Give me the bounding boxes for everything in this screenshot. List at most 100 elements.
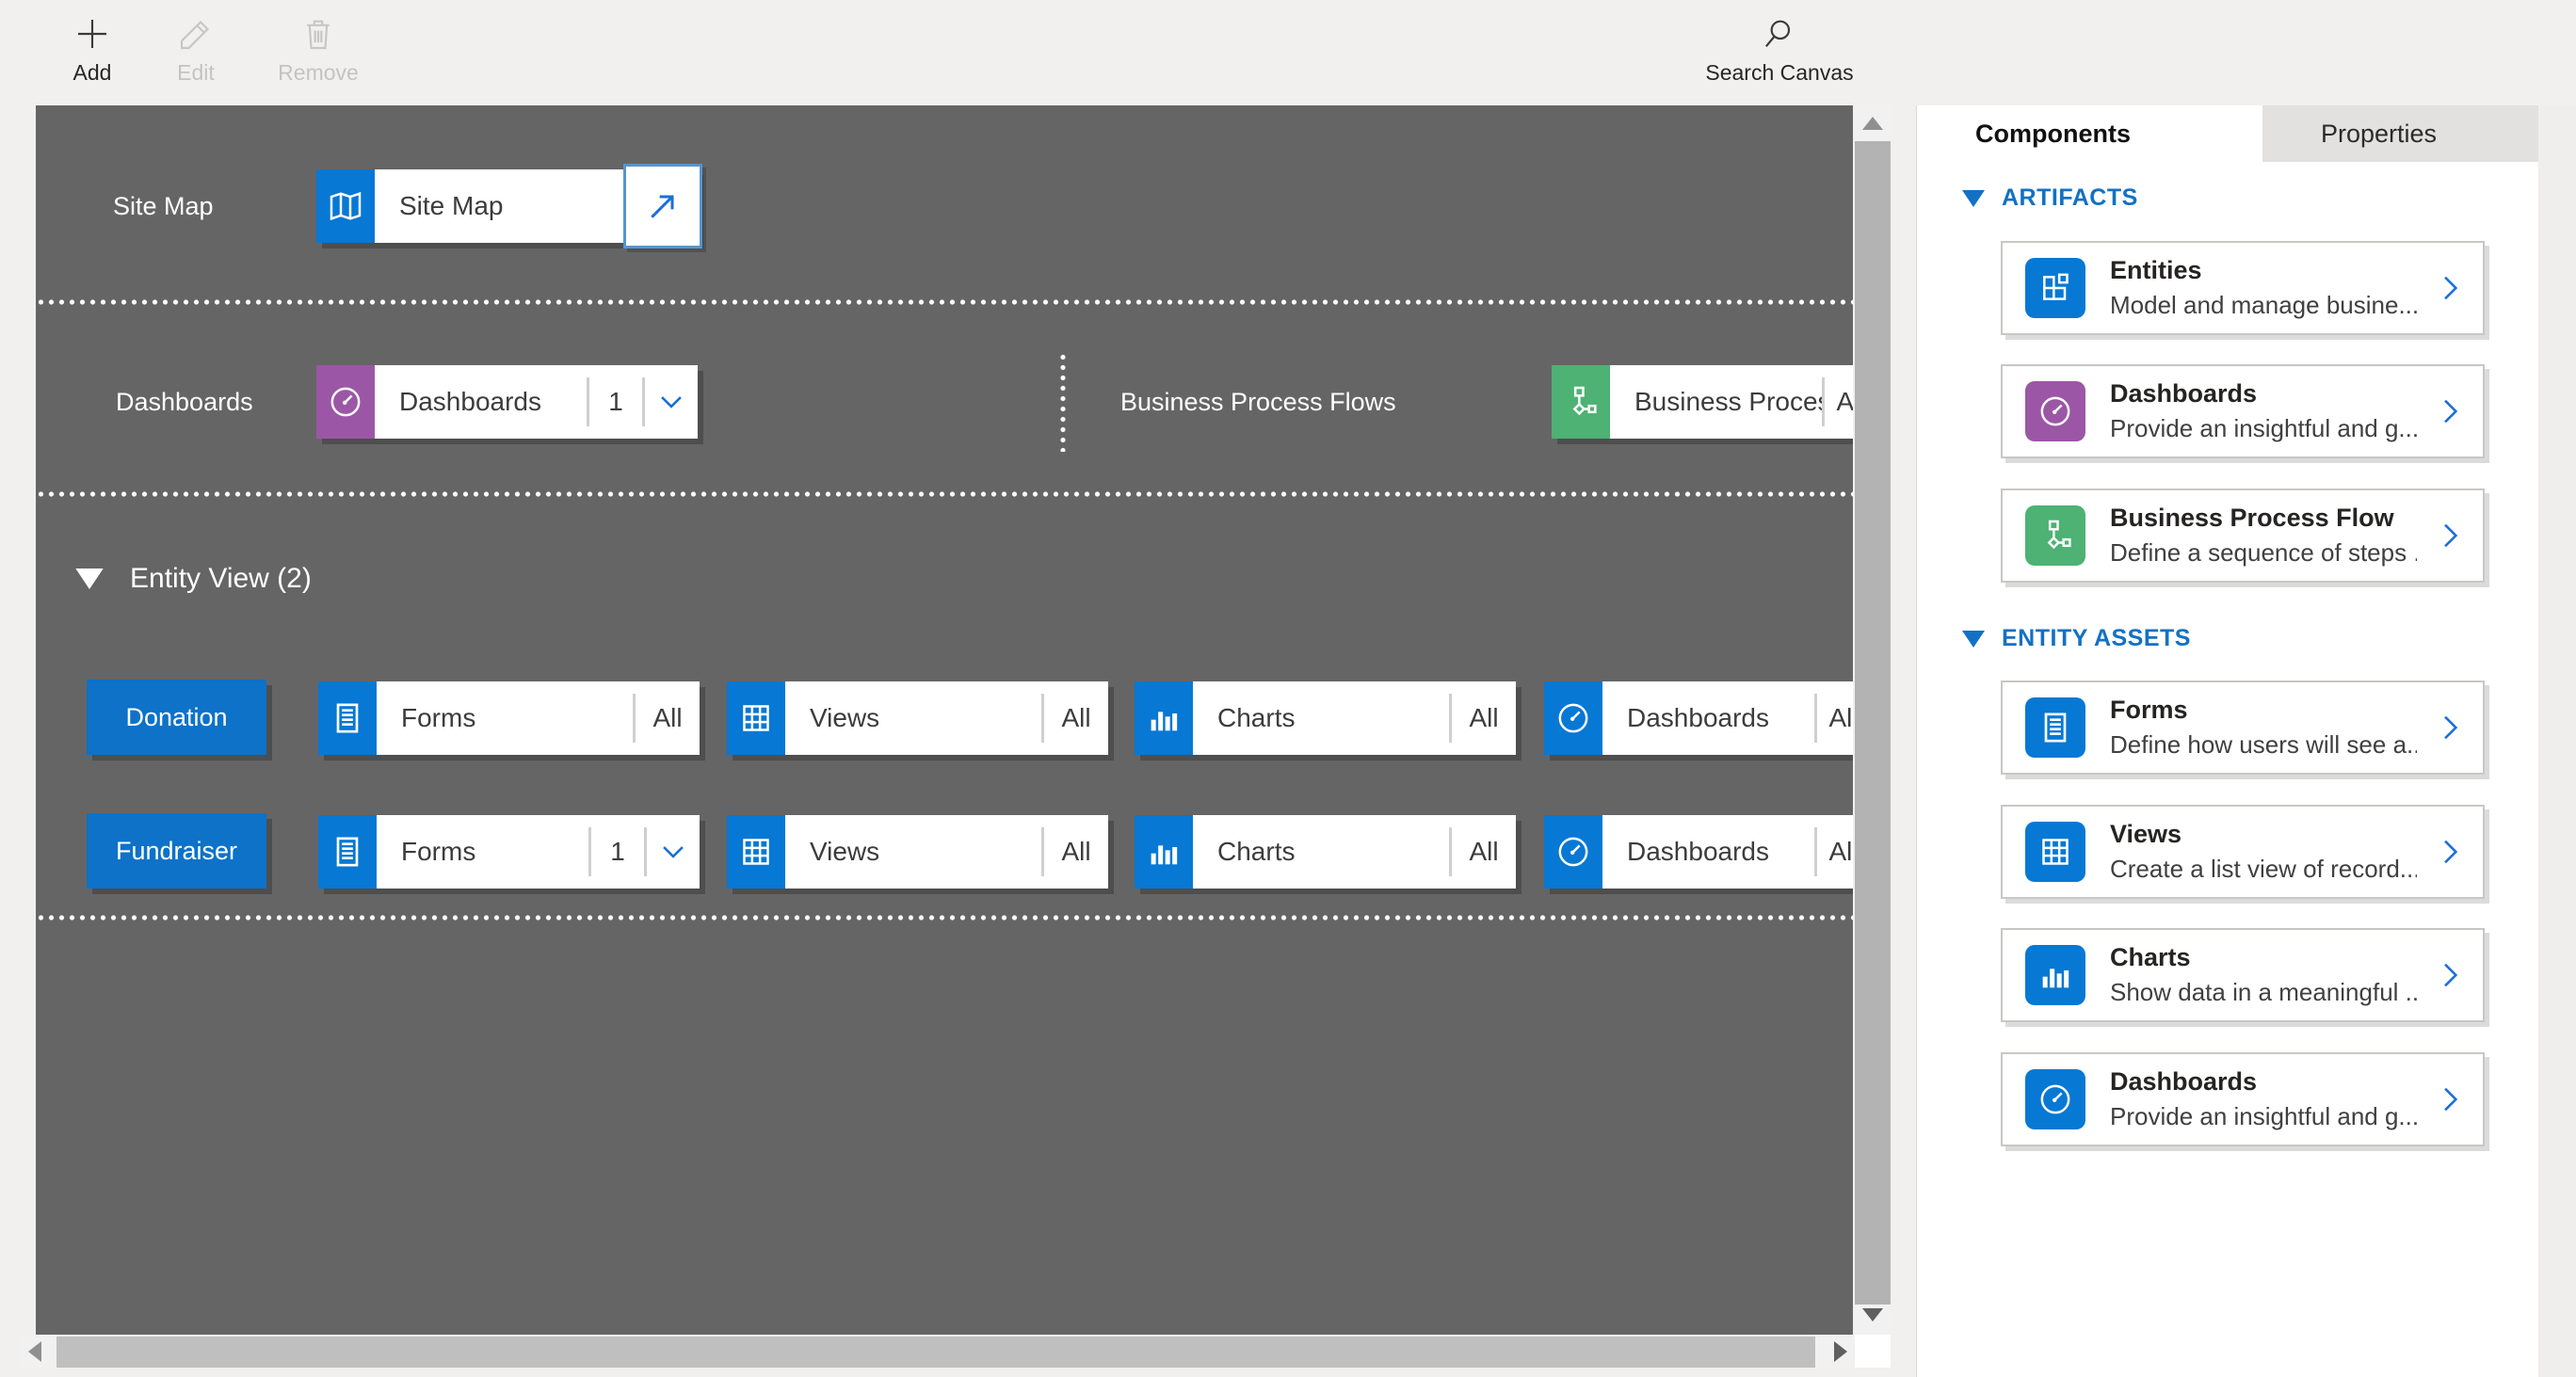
edit-label: Edit xyxy=(177,60,215,86)
component-card-title: Entities xyxy=(2110,256,2417,285)
gauge-icon xyxy=(2025,381,2085,441)
scroll-up-arrow[interactable] xyxy=(1862,117,1883,130)
dotted-separator xyxy=(36,915,1853,921)
search-canvas-button[interactable]: Search Canvas xyxy=(1695,9,1864,100)
arrow-up-right-icon xyxy=(644,187,682,225)
search-canvas-label: Search Canvas xyxy=(1705,60,1853,86)
component-card-forms[interactable]: Forms Define how users will see a... xyxy=(2001,680,2485,775)
card-title: Views xyxy=(785,703,1041,733)
views-card-fundraiser[interactable]: Views All xyxy=(727,815,1108,889)
forms-card-donation[interactable]: Forms All xyxy=(318,681,700,755)
entity-button-fundraiser[interactable]: Fundraiser xyxy=(87,813,266,889)
chevron-right-icon[interactable] xyxy=(2417,959,2483,991)
canvas-horizontal-scrollbar[interactable] xyxy=(21,1337,1853,1368)
chevron-down-icon[interactable] xyxy=(645,386,698,418)
component-card-title: Dashboards xyxy=(2110,1067,2417,1097)
dashboards-card[interactable]: Dashboards 1 xyxy=(316,365,698,439)
remove-button[interactable]: Remove xyxy=(269,9,367,100)
card-value: 1 xyxy=(591,837,644,867)
component-card-business-process-flow[interactable]: Business Process Flow Define a sequence … xyxy=(2001,488,2485,583)
site-map-card[interactable]: Site Map xyxy=(316,169,698,243)
flow-icon xyxy=(1552,365,1610,439)
card-value: All xyxy=(1044,837,1108,867)
panel-tabbar: Components Properties xyxy=(1917,105,2576,162)
add-label: Add xyxy=(73,60,112,86)
entity-button-donation[interactable]: Donation xyxy=(87,680,266,755)
tab-label: Components xyxy=(1975,120,2131,149)
canvas-vertical-scrollbar[interactable] xyxy=(1855,105,1891,1335)
dotted-separator xyxy=(36,299,1853,305)
scroll-left-arrow[interactable] xyxy=(28,1341,41,1362)
card-title: Charts xyxy=(1193,703,1449,733)
gauge-icon xyxy=(2025,1069,2085,1129)
add-button[interactable]: Add xyxy=(53,9,132,100)
triangle-down-icon xyxy=(75,568,104,589)
vertical-scroll-thumb[interactable] xyxy=(1855,141,1891,1305)
tab-label: Properties xyxy=(2321,120,2437,149)
form-icon xyxy=(2025,697,2085,758)
chevron-right-icon[interactable] xyxy=(2417,712,2483,744)
components-panel: Components Properties ARTIFACTS Entities… xyxy=(1916,105,2576,1377)
entities-icon xyxy=(2025,258,2085,318)
section-header-label: ENTITY ASSETS xyxy=(2002,625,2191,652)
tab-properties[interactable]: Properties xyxy=(2262,105,2538,162)
scrollbar-corner xyxy=(1855,1335,1891,1368)
card-value: All xyxy=(1044,703,1108,733)
gauge-icon xyxy=(1544,681,1602,755)
bpf-card-value: All xyxy=(1825,387,1853,417)
chevron-right-icon[interactable] xyxy=(2417,836,2483,868)
open-site-map-button[interactable] xyxy=(623,164,702,248)
dotted-separator xyxy=(36,491,1853,497)
component-card-dashboards-asset[interactable]: Dashboards Provide an insightful and g..… xyxy=(2001,1052,2485,1146)
dotted-vertical-divider xyxy=(1060,352,1066,452)
charts-card-fundraiser[interactable]: Charts All xyxy=(1135,815,1516,889)
component-card-desc: Show data in a meaningful ... xyxy=(2110,978,2417,1007)
scroll-right-arrow[interactable] xyxy=(1834,1341,1847,1362)
chevron-down-icon[interactable] xyxy=(647,836,700,868)
component-card-entities[interactable]: Entities Model and manage busine... xyxy=(2001,241,2485,335)
dashboards-card-fundraiser[interactable]: Dashboards All xyxy=(1544,815,1853,889)
edit-button[interactable]: Edit xyxy=(156,9,235,100)
forms-card-fundraiser[interactable]: Forms 1 xyxy=(318,815,700,889)
tab-components[interactable]: Components xyxy=(1917,105,2262,162)
card-title: Dashboards xyxy=(1602,837,1814,867)
chevron-right-icon[interactable] xyxy=(2417,272,2483,304)
component-card-title: Dashboards xyxy=(2110,379,2417,408)
component-card-title: Views xyxy=(2110,820,2417,849)
chevron-right-icon[interactable] xyxy=(2417,520,2483,552)
chevron-right-icon[interactable] xyxy=(2417,1083,2483,1115)
bar-chart-icon xyxy=(2025,945,2085,1005)
grid-icon xyxy=(727,815,785,889)
component-card-charts[interactable]: Charts Show data in a meaningful ... xyxy=(2001,928,2485,1022)
entity-view-label: Entity View (2) xyxy=(130,563,312,595)
triangle-down-icon xyxy=(1962,631,1985,648)
component-card-title: Forms xyxy=(2110,696,2417,725)
entity-view-header[interactable]: Entity View (2) xyxy=(75,563,312,595)
charts-card-donation[interactable]: Charts All xyxy=(1135,681,1516,755)
search-icon xyxy=(1761,15,1798,53)
dashboards-row-label: Dashboards xyxy=(116,388,253,417)
views-card-donation[interactable]: Views All xyxy=(727,681,1108,755)
component-card-views[interactable]: Views Create a list view of record... xyxy=(2001,805,2485,899)
trash-icon xyxy=(299,15,337,53)
dashboards-card-donation[interactable]: Dashboards All xyxy=(1544,681,1853,755)
dashboards-card-title: Dashboards xyxy=(375,387,587,417)
triangle-down-icon xyxy=(1962,190,1985,207)
artifacts-section-header[interactable]: ARTIFACTS xyxy=(1962,184,2138,212)
entity-assets-section-header[interactable]: ENTITY ASSETS xyxy=(1962,625,2191,652)
business-process-flow-card[interactable]: Business Proces... All xyxy=(1552,365,1853,439)
card-value: All xyxy=(1817,837,1853,867)
scroll-down-arrow[interactable] xyxy=(1862,1308,1883,1321)
bar-chart-icon xyxy=(1135,815,1193,889)
gauge-icon xyxy=(1544,815,1602,889)
card-value: All xyxy=(1817,703,1853,733)
remove-label: Remove xyxy=(278,60,359,86)
chevron-right-icon[interactable] xyxy=(2417,395,2483,427)
component-card-desc: Provide an insightful and g... xyxy=(2110,414,2417,443)
horizontal-scroll-thumb[interactable] xyxy=(56,1337,1815,1368)
dashboards-count: 1 xyxy=(589,387,642,417)
component-card-dashboards[interactable]: Dashboards Provide an insightful and g..… xyxy=(2001,364,2485,458)
component-card-desc: Provide an insightful and g... xyxy=(2110,1102,2417,1131)
panel-scroll-gutter[interactable] xyxy=(2538,105,2576,1377)
component-card-desc: Model and manage busine... xyxy=(2110,291,2417,320)
